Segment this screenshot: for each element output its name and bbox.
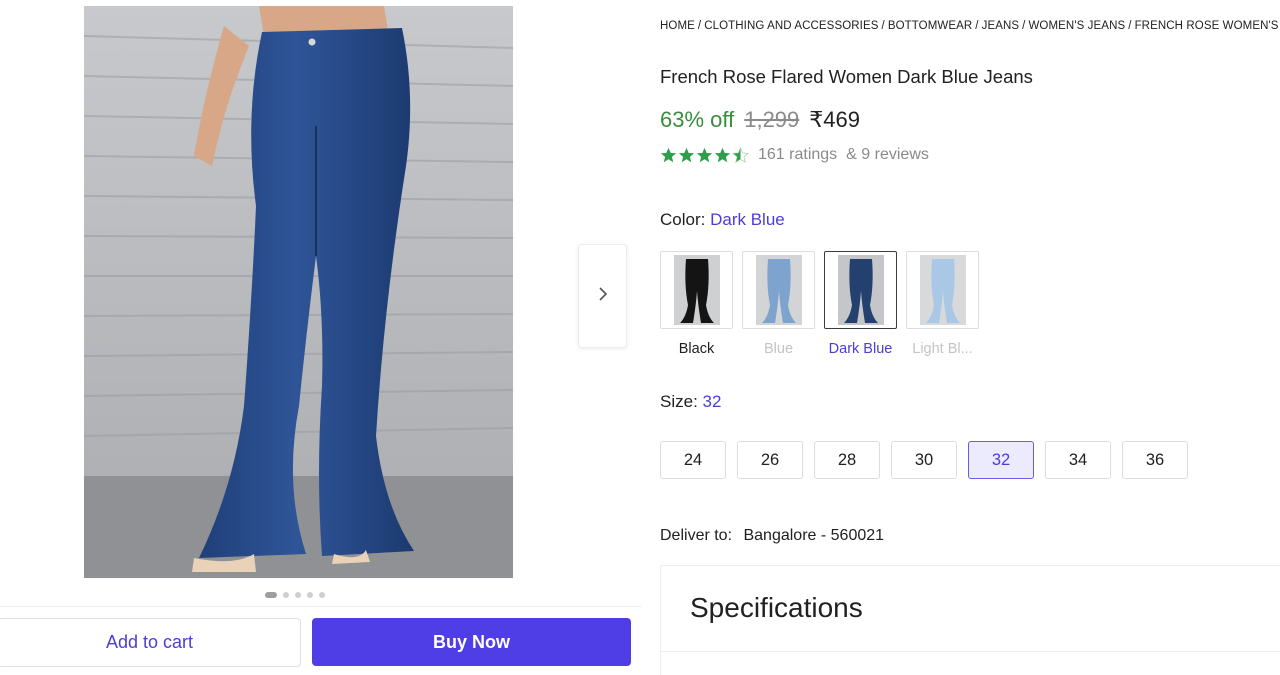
product-main-image[interactable] bbox=[84, 6, 513, 578]
color-option-label: Blue bbox=[763, 341, 794, 357]
selected-size: 32 bbox=[702, 392, 722, 411]
size-options: 24 26 28 30 32 34 36 bbox=[660, 441, 1188, 479]
star-icon bbox=[660, 147, 677, 162]
size-option[interactable]: 34 bbox=[1045, 441, 1111, 479]
product-gallery: Add to cart Buy Now bbox=[0, 0, 642, 675]
star-icon bbox=[696, 147, 713, 162]
breadcrumb-womens-jeans[interactable]: WOMEN'S JEANS bbox=[1028, 20, 1125, 32]
reviews-count[interactable]: & 9 reviews bbox=[846, 146, 929, 164]
rating-summary: 161 ratings & 9 reviews bbox=[660, 146, 929, 164]
color-thumbnail bbox=[906, 251, 979, 329]
buy-now-button[interactable]: Buy Now bbox=[312, 618, 631, 666]
size-option-selected[interactable]: 32 bbox=[968, 441, 1034, 479]
size-option[interactable]: 24 bbox=[660, 441, 726, 479]
half-star-icon bbox=[732, 146, 749, 163]
star-icon bbox=[714, 147, 731, 162]
purchase-action-bar: Add to cart Buy Now bbox=[0, 606, 642, 675]
breadcrumb-product[interactable]: FRENCH ROSE WOMEN'S bbox=[1135, 20, 1279, 32]
add-to-cart-button[interactable]: Add to cart bbox=[0, 618, 301, 667]
product-title: French Rose Flared Women Dark Blue Jeans bbox=[660, 66, 1033, 87]
color-label: Color: bbox=[660, 210, 706, 229]
delivery-label: Deliver to: bbox=[660, 527, 733, 544]
breadcrumb-home[interactable]: HOME bbox=[660, 20, 695, 32]
breadcrumb-separator: / bbox=[975, 20, 979, 32]
breadcrumb-clothing[interactable]: CLOTHING AND ACCESSORIES bbox=[704, 20, 878, 32]
price-row: 63% off 1,299 ₹469 bbox=[660, 107, 860, 133]
size-option[interactable]: 36 bbox=[1122, 441, 1188, 479]
color-option-dark-blue[interactable]: Dark Blue bbox=[824, 251, 897, 357]
pagination-dot[interactable] bbox=[307, 592, 313, 598]
selling-price: ₹469 bbox=[809, 107, 860, 132]
delivery-pincode: Bangalore - 560021 bbox=[743, 527, 885, 544]
color-thumbnail bbox=[660, 251, 733, 329]
product-info: HOME / CLOTHING AND ACCESSORIES / BOTTOMWEAR… bbox=[660, 0, 1280, 675]
pagination-dot[interactable] bbox=[265, 592, 277, 598]
color-option-label: Dark Blue bbox=[828, 341, 893, 357]
star-icon bbox=[678, 147, 695, 162]
color-heading: Color: Dark Blue bbox=[660, 210, 785, 230]
breadcrumb: HOME / CLOTHING AND ACCESSORIES / BOTTOMWEAR… bbox=[660, 20, 1280, 32]
breadcrumb-separator: / bbox=[881, 20, 885, 32]
color-option-label: Light Bl... bbox=[912, 341, 973, 357]
pagination-dot[interactable] bbox=[283, 592, 289, 598]
selected-color: Dark Blue bbox=[710, 210, 785, 229]
breadcrumb-separator: / bbox=[1022, 20, 1026, 32]
specifications-heading: Specifications bbox=[690, 592, 863, 623]
breadcrumb-bottomwear[interactable]: BOTTOMWEAR bbox=[888, 20, 972, 32]
breadcrumb-separator: / bbox=[697, 20, 702, 32]
delivery-location[interactable]: Deliver to: Bangalore - 560021 bbox=[660, 527, 884, 545]
star-rating bbox=[660, 146, 749, 164]
breadcrumb-separator: / bbox=[1128, 20, 1132, 32]
divider bbox=[661, 651, 1280, 652]
chevron-right-icon bbox=[598, 286, 608, 306]
ratings-count[interactable]: 161 ratings bbox=[758, 146, 837, 164]
jeans-photo bbox=[84, 6, 513, 578]
size-label: Size: bbox=[660, 392, 698, 411]
color-thumbnail bbox=[824, 251, 897, 329]
size-option[interactable]: 26 bbox=[737, 441, 803, 479]
original-price: 1,299 bbox=[744, 107, 800, 132]
color-option-black[interactable]: Black bbox=[660, 251, 733, 357]
discount-percent: 63% off bbox=[660, 107, 735, 132]
size-heading: Size: 32 bbox=[660, 392, 721, 412]
specifications-section: Specifications bbox=[660, 565, 1280, 675]
image-pagination bbox=[265, 592, 325, 598]
color-thumbnail bbox=[742, 251, 815, 329]
next-image-button[interactable] bbox=[578, 244, 627, 348]
size-option[interactable]: 30 bbox=[891, 441, 957, 479]
size-option[interactable]: 28 bbox=[814, 441, 880, 479]
color-option-label: Black bbox=[678, 341, 715, 357]
pagination-dot[interactable] bbox=[319, 592, 325, 598]
color-options: Black Blue Dark Blue Light Bl... bbox=[660, 251, 979, 357]
pagination-dot[interactable] bbox=[295, 592, 301, 598]
color-option-blue[interactable]: Blue bbox=[742, 251, 815, 357]
breadcrumb-jeans[interactable]: JEANS bbox=[982, 20, 1020, 32]
color-option-light-blue[interactable]: Light Bl... bbox=[906, 251, 979, 357]
